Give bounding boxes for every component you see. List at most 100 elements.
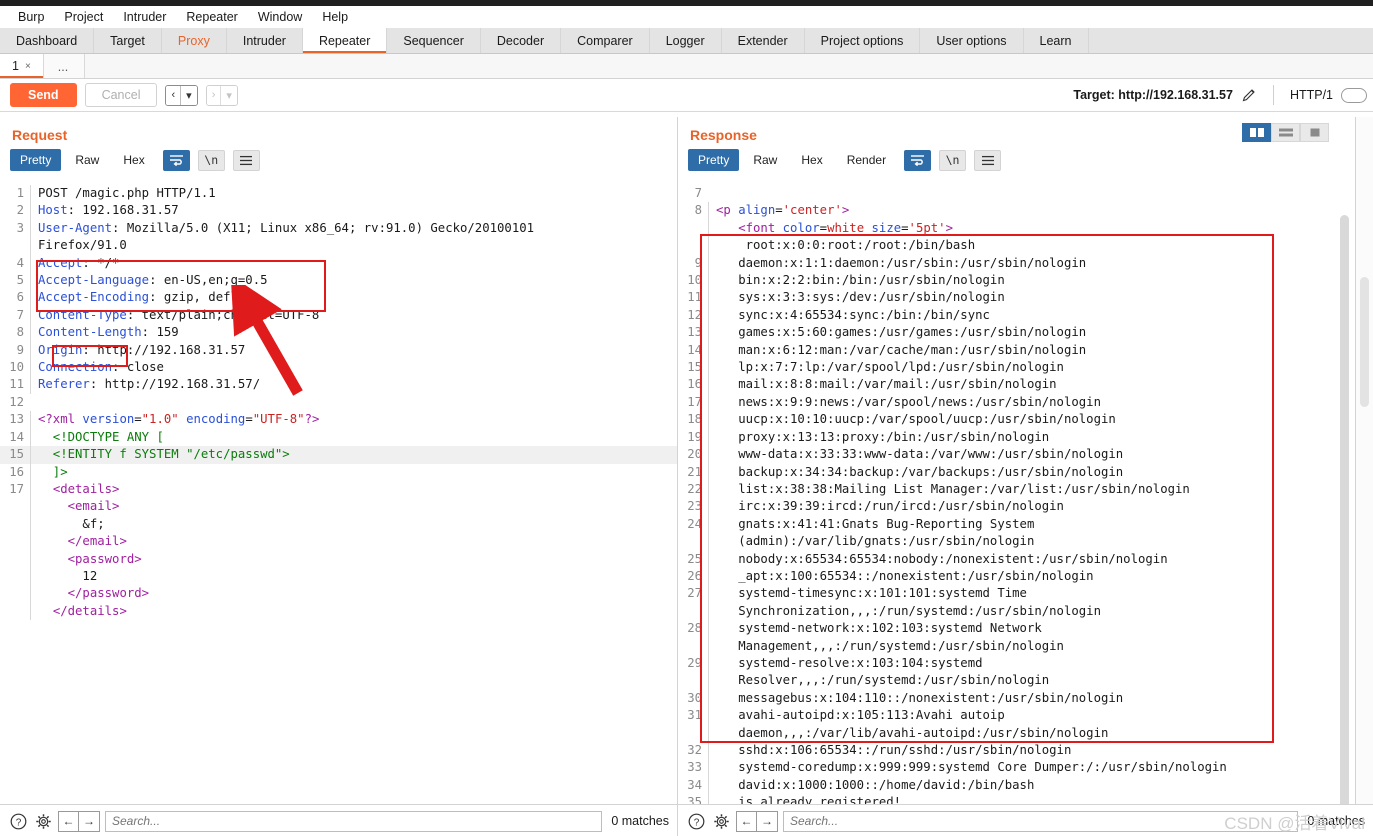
tab-proxy[interactable]: Proxy [162,28,227,53]
split-horizontal-icon[interactable] [1271,123,1300,142]
request-code[interactable]: 1 POST /magic.php HTTP/1.1 2 Host: 192.168.… [0,185,677,621]
response-editor[interactable]: 7 8 <p align='center'> <font color=white s… [678,185,1373,814]
line-content: irc:x:39:39:ircd:/run/ircd:/usr/sbin/nol… [708,498,1373,516]
request-search-next-button[interactable]: → [79,810,100,832]
http-version-toggle[interactable] [1341,87,1367,103]
line-number: 23 [687,499,702,514]
repeater-tab-bar: 1 × ... [0,54,1373,79]
code-line: 29 systemd-resolve:x:103:104:systemd [678,654,1373,673]
tab-intruder[interactable]: Intruder [227,28,303,53]
code-line: 1 POST /magic.php HTTP/1.1 [0,185,677,203]
line-content: _apt:x:100:65534::/nonexistent:/usr/sbin… [708,567,1373,586]
request-editor[interactable]: 1 POST /magic.php HTTP/1.1 2 Host: 192.168.… [0,185,677,814]
code-line: 6 Accept-Encoding: gzip, deflate [0,289,677,307]
code-line: 4 Accept: */* [0,254,677,273]
single-pane-icon[interactable] [1300,123,1329,142]
line-content: daemon,,,:/var/lib/avahi-autoipd:/usr/sb… [708,724,1373,742]
history-forward-caret-icon[interactable]: ▾ [220,85,237,105]
tab-dashboard[interactable]: Dashboard [0,28,95,53]
line-content: daemon:x:1:1:daemon:/usr/sbin:/usr/sbin/… [708,254,1373,273]
right-edge-scroll-thumb[interactable] [1360,277,1369,407]
request-tab-raw[interactable]: Raw [65,149,109,171]
response-word-wrap-icon[interactable] [904,149,932,171]
tab-decoder[interactable]: Decoder [481,28,562,53]
response-search-input[interactable] [783,810,1299,832]
request-newline-icon[interactable]: \n [197,149,225,171]
line-content: david:x:1000:1000::/home/david:/bin/bash [708,776,1373,795]
code-line: 11 sys:x:3:3:sys:/dev:/usr/sbin/nologin [678,289,1373,307]
response-tab-pretty[interactable]: Pretty [688,149,740,171]
line-content: sshd:x:106:65534::/run/sshd:/usr/sbin/no… [708,742,1373,760]
tab-user-options[interactable]: User options [920,28,1024,53]
send-button[interactable]: Send [10,83,77,107]
code-line: Management,,,:/run/systemd:/usr/sbin/nol… [678,637,1373,655]
pencil-icon[interactable] [1241,87,1257,103]
request-help-icon[interactable]: ? [8,811,28,831]
repeater-tab-overflow[interactable]: ... [43,54,86,78]
response-scrollbar[interactable] [1340,215,1349,814]
code-line: 13 <?xml version="1.0" encoding="UTF-8"?> [0,411,677,429]
tab-repeater[interactable]: Repeater [302,28,388,53]
line-content: systemd-network:x:102:103:systemd Networ… [708,620,1373,638]
tab-extender[interactable]: Extender [722,28,805,53]
history-forward-button[interactable]: › [206,85,221,105]
menu-item-window[interactable]: Window [248,8,312,26]
request-search-prev-button[interactable]: ← [58,810,79,832]
history-forward-group[interactable]: › ▾ [205,84,238,106]
close-icon[interactable]: × [25,61,31,72]
code-line: 28 systemd-network:x:102:103:systemd Net… [678,620,1373,638]
code-line: Firefox/91.0 [0,237,677,255]
line-content: User-Agent: Mozilla/5.0 (X11; Linux x86_… [30,219,677,238]
line-content: Accept-Language: en-US,en;q=0.5 [30,272,677,290]
request-word-wrap-icon[interactable] [162,149,190,171]
menu-item-project[interactable]: Project [54,8,113,26]
line-number: 15 [9,447,24,462]
response-tab-render[interactable]: Render [837,149,896,171]
split-vertical-icon[interactable] [1242,123,1271,142]
line-number: 12 [9,394,24,409]
history-back-button[interactable]: ‹ [166,85,181,105]
line-content: www-data:x:33:33:www-data:/var/www:/usr/… [708,446,1373,464]
tab-target[interactable]: Target [94,28,162,53]
tab-project-options[interactable]: Project options [805,28,921,53]
menu-item-burp[interactable]: Burp [8,8,54,26]
tab-comparer[interactable]: Comparer [561,28,650,53]
request-tab-pretty[interactable]: Pretty [10,149,62,171]
code-line: 30 messagebus:x:104:110::/nonexistent:/u… [678,689,1373,708]
response-gear-icon[interactable] [711,811,731,831]
code-line: 17 news:x:9:9:news:/var/spool/news:/usr/… [678,393,1373,412]
line-content: games:x:5:60:games:/usr/games:/usr/sbin/… [708,324,1373,342]
menu-item-repeater[interactable]: Repeater [176,8,247,26]
request-menu-icon[interactable] [232,149,260,171]
response-code[interactable]: 7 8 <p align='center'> <font color=white s… [678,185,1373,812]
line-number: 18 [687,412,702,427]
request-gear-icon[interactable] [33,811,53,831]
line-number: 5 [16,273,24,288]
history-back-caret-icon[interactable]: ▾ [180,85,197,105]
response-search-next-button[interactable]: → [757,810,778,832]
line-number: 27 [687,586,702,601]
line-number: 2 [16,203,24,218]
response-search-prev-button[interactable]: ← [736,810,757,832]
response-newline-icon[interactable]: \n [939,149,967,171]
request-tab-hex[interactable]: Hex [113,149,154,171]
menu-item-intruder[interactable]: Intruder [113,8,176,26]
code-line: 21 backup:x:34:34:backup:/var/backups:/u… [678,463,1373,481]
tab-sequencer[interactable]: Sequencer [387,28,481,53]
line-number: 10 [9,360,24,375]
response-help-icon[interactable]: ? [686,811,706,831]
tab-learn[interactable]: Learn [1024,28,1089,53]
line-content: Firefox/91.0 [30,237,677,255]
right-edge-strip[interactable] [1355,117,1373,814]
response-tab-hex[interactable]: Hex [791,149,832,171]
response-match-count: 0 matches [1307,814,1365,828]
repeater-tab-1[interactable]: 1 × [0,54,44,78]
menu-item-help[interactable]: Help [312,8,358,26]
repeater-action-bar: Send Cancel ‹ ▾ › ▾ Target: http://192.1… [0,79,1373,112]
request-search-input[interactable] [105,810,603,832]
response-menu-icon[interactable] [974,149,1002,171]
tab-logger[interactable]: Logger [650,28,722,53]
response-tab-raw[interactable]: Raw [743,149,787,171]
history-back-group[interactable]: ‹ ▾ [165,84,198,106]
line-content: uucp:x:10:10:uucp:/var/spool/uucp:/usr/s… [708,411,1373,429]
